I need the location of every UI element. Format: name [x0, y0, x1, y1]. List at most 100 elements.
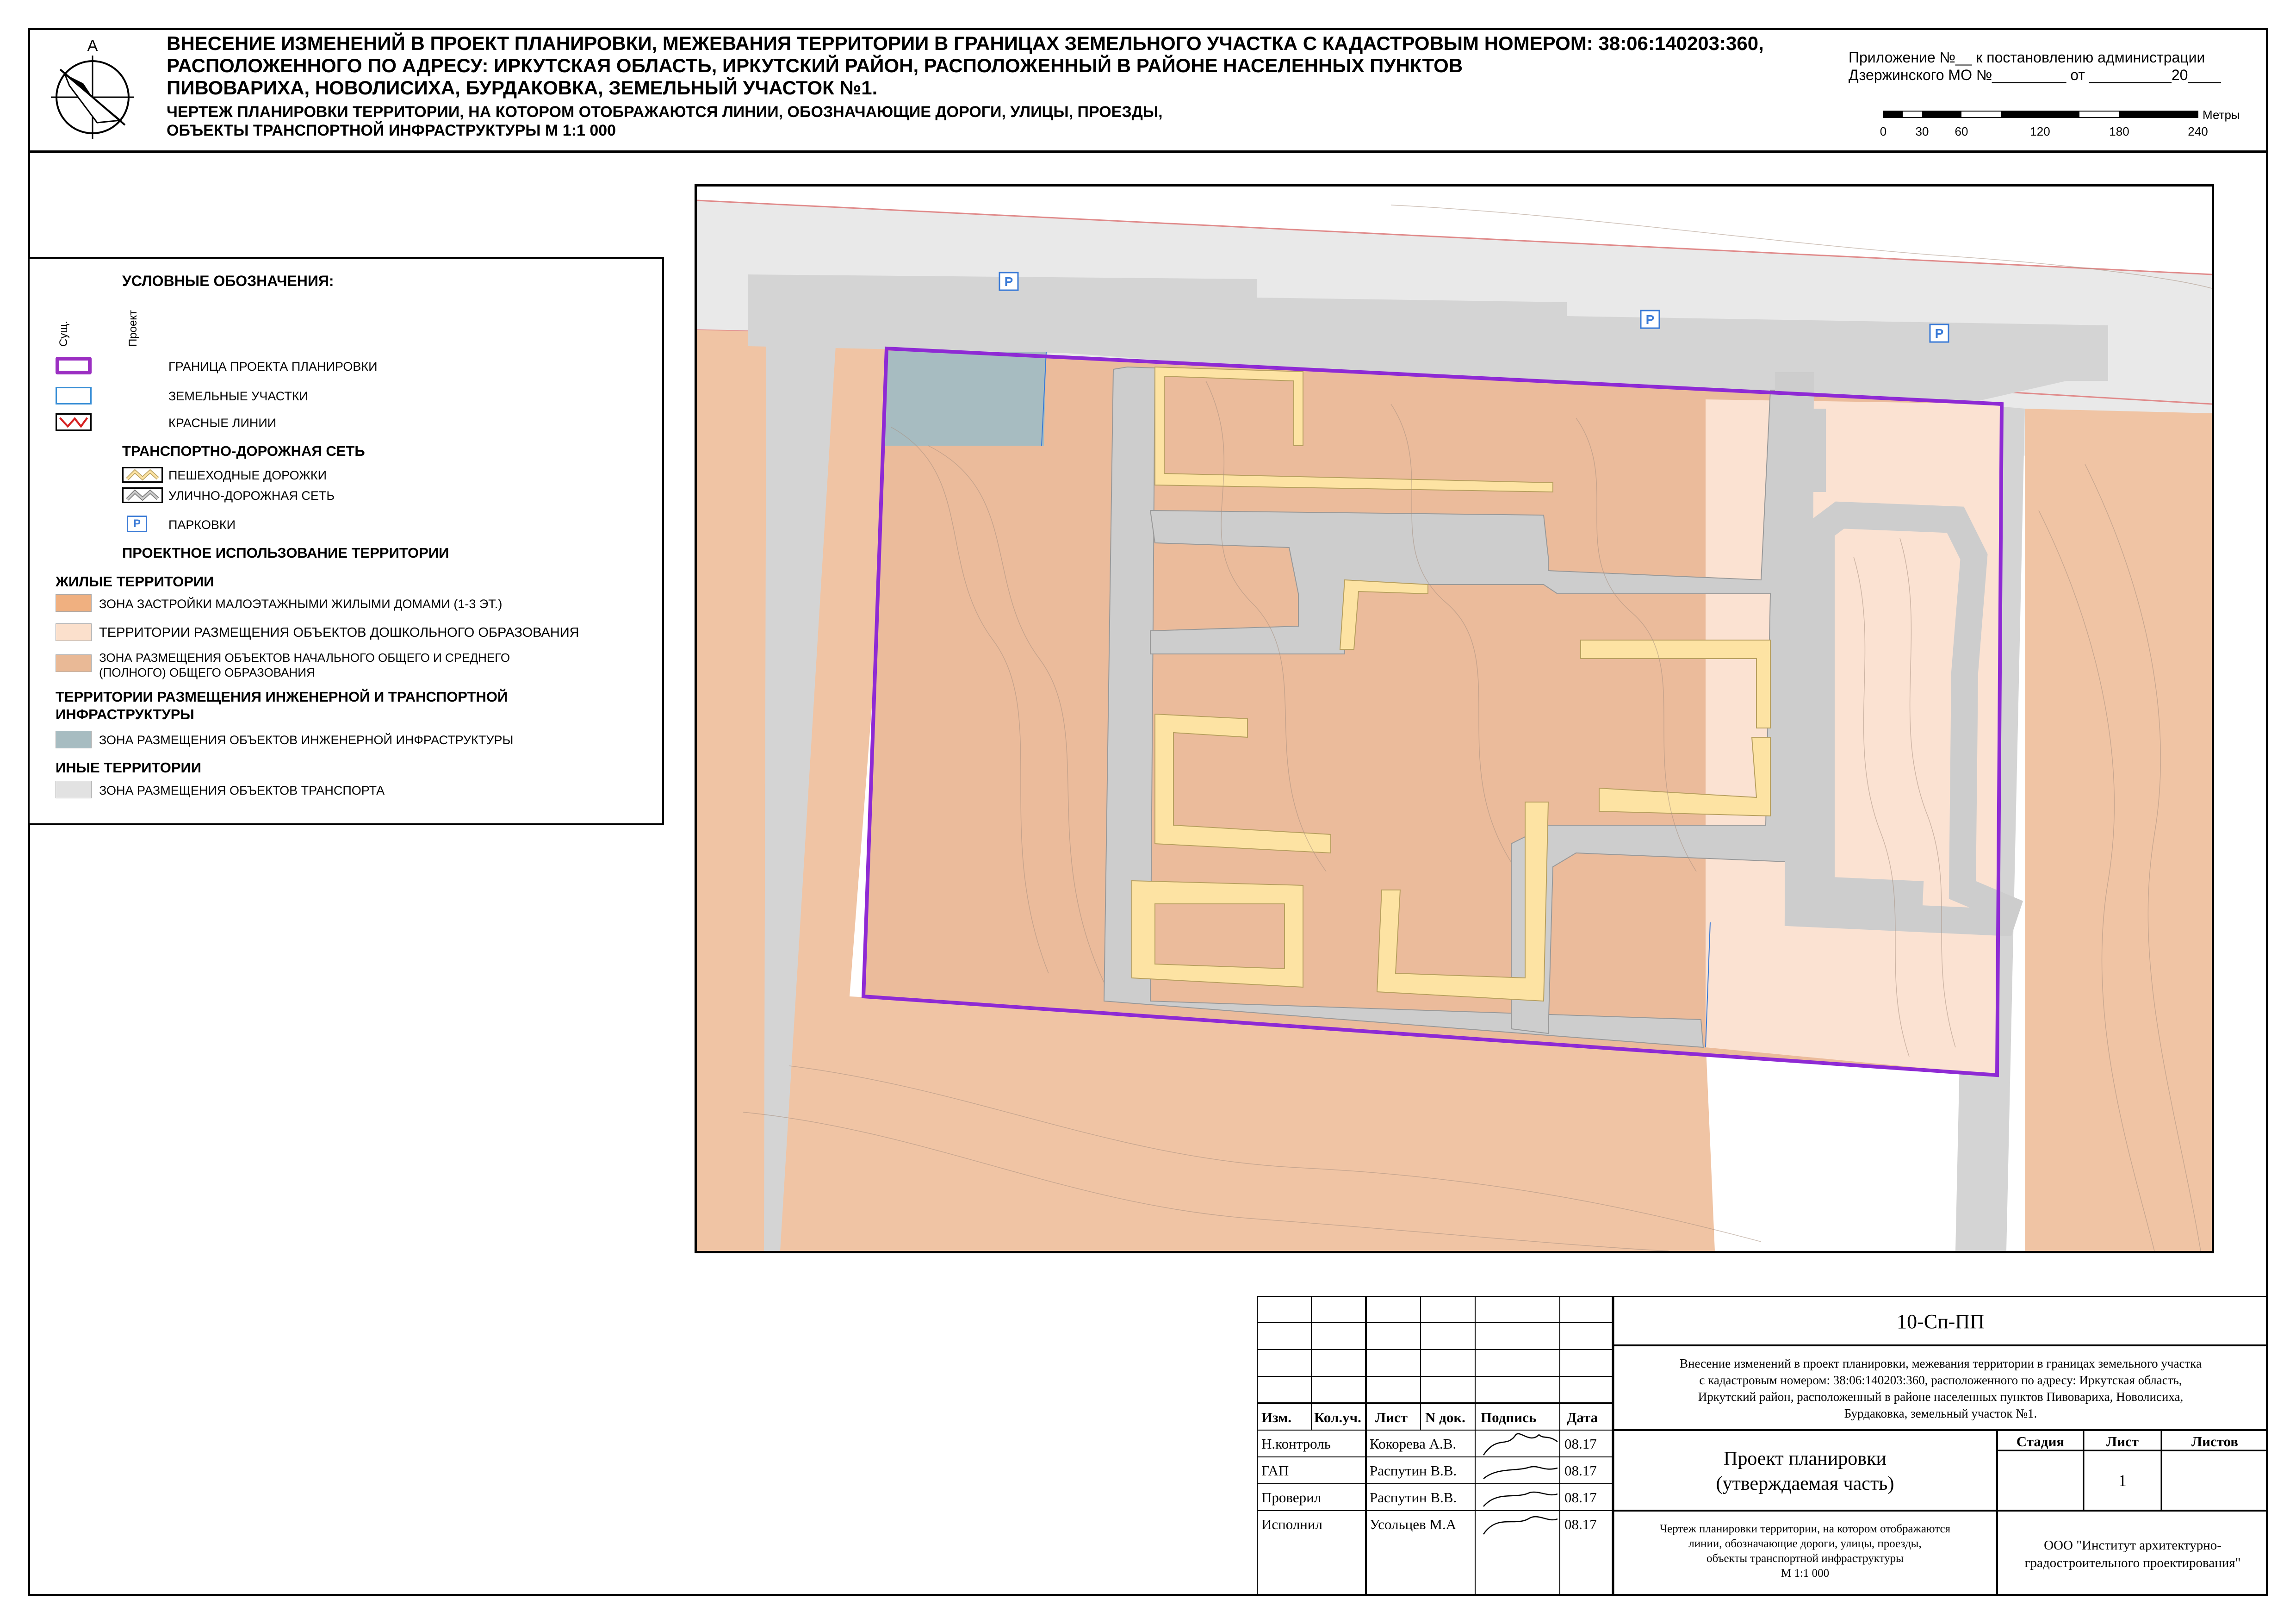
title-line: РАСПОЛОЖЕННОГО ПО АДРЕСУ: ИРКУТСКАЯ ОБЛА…	[167, 55, 1463, 76]
appendix-line: Приложение №__ к постановлению администр…	[1849, 49, 2205, 66]
legend-label-multiline: ЗОНА РАЗМЕЩЕНИЯ ОБЪЕКТОВ НАЧАЛЬНОГО ОБЩЕ…	[99, 650, 510, 680]
sheet-number: 1	[2118, 1471, 2127, 1490]
parking-marker-label: P	[1646, 312, 1655, 327]
title-block: Изм. Кол.уч. Лист N док. Подпись Дата Н.…	[1257, 1296, 2268, 1596]
legend-label: ЗОНА ЗАСТРОЙКИ МАЛОЭТАЖНЫМИ ЖИЛЫМИ ДОМАМ…	[99, 597, 503, 611]
signature-name: Усольцев М.А	[1370, 1516, 1457, 1532]
parking-icon: P	[127, 516, 147, 532]
drawing-description: Чертеж планировки территории, на котором…	[1613, 1522, 1997, 1581]
signature-date: 08.17	[1564, 1462, 1597, 1479]
signature-date: 08.17	[1564, 1489, 1597, 1506]
stage-header: Стадия	[2016, 1433, 2065, 1450]
signature-name: Распутин В.В.	[1370, 1489, 1457, 1506]
signature-role: ГАП	[1261, 1462, 1289, 1479]
stamp-col-header: Лист	[1375, 1409, 1408, 1425]
map-canvas: P P P	[697, 187, 2212, 1251]
project-title-line: Проект планировки	[1724, 1448, 1886, 1469]
stamp-col-header: Дата	[1567, 1409, 1598, 1425]
signature-date: 08.17	[1564, 1516, 1597, 1532]
title-line: ВНЕСЕНИЕ ИЗМЕНЕНИЙ В ПРОЕКТ ПЛАНИРОВКИ, …	[167, 32, 1764, 54]
organization-line: градостроительного проектирования"	[2024, 1556, 2241, 1570]
handwritten-signature	[1483, 1433, 1558, 1456]
signature-role: Исполнил	[1261, 1516, 1322, 1532]
signature-role: Н.контроль	[1261, 1436, 1331, 1452]
legend-school-swatch	[56, 654, 92, 672]
legend-title: УСЛОВНЫЕ ОБОЗНАЧЕНИЯ:	[122, 273, 334, 289]
appendix-note: Приложение №__ к постановлению администр…	[1849, 49, 2221, 84]
legend-label: ГРАНИЦА ПРОЕКТА ПЛАНИРОВКИ	[168, 360, 378, 373]
planning-map[interactable]: P P P	[695, 184, 2214, 1253]
legend-transport-zone-swatch	[56, 781, 92, 798]
legend-heading-line: ТЕРРИТОРИИ РАЗМЕЩЕНИЯ ИНЖЕНЕРНОЙ И ТРАНС…	[56, 689, 508, 705]
description-line: с кадастровым номером: 38:06:140203:360,…	[1699, 1373, 2182, 1387]
legend-heading-line: ИНФРАСТРУКТУРЫ	[56, 706, 194, 722]
title-line: ПИВОВАРИХА, НОВОЛИСИХА, БУРДАКОВКА, ЗЕМЕ…	[167, 77, 878, 99]
legend-label: КРАСНЫЕ ЛИНИИ	[168, 416, 277, 430]
project-description: Внесение изменений в проект планировки, …	[1613, 1355, 2268, 1422]
legend-footpath-swatch	[122, 467, 163, 483]
legend-section-residential: ЖИЛЫЕ ТЕРРИТОРИИ	[56, 573, 214, 590]
legend-boundary-swatch	[56, 357, 92, 374]
stamp-col-header: Изм.	[1261, 1409, 1291, 1425]
drawing-subtitle: ЧЕРТЕЖ ПЛАНИРОВКИ ТЕРРИТОРИИ, НА КОТОРОМ…	[167, 103, 1786, 140]
drawing-line: М 1:1 000	[1781, 1567, 1830, 1580]
appendix-line: Дзержинского МО №_________ от __________…	[1849, 67, 2221, 83]
stamp-col-header: N док.	[1425, 1409, 1465, 1425]
legend-parcel-swatch	[56, 387, 92, 404]
signature-role: Проверил	[1261, 1489, 1322, 1506]
handwritten-signature	[1483, 1516, 1558, 1535]
sheet-header: Лист	[2106, 1433, 2139, 1450]
legend-engineering-swatch	[56, 731, 92, 748]
scale-tick: 30	[1916, 124, 1929, 138]
organization-line: ООО "Институт архитектурно-	[2044, 1538, 2222, 1553]
stamp-col-header: Подпись	[1481, 1409, 1537, 1425]
engineering-zone	[884, 351, 1046, 446]
scale-bar: Метры 0 30 60 120 180 240	[1880, 109, 2240, 138]
scale-tick: 0	[1880, 124, 1886, 138]
parking-marker-label: P	[1005, 274, 1013, 289]
scale-tick: 60	[1955, 124, 1968, 138]
scale-tick: 180	[2109, 124, 2129, 138]
sheets-header: Листов	[2191, 1433, 2238, 1450]
legend-section-transport: ТРАНСПОРТНО-ДОРОЖНАЯ СЕТЬ	[122, 443, 365, 459]
legend-label-line: (ПОЛНОГО) ОБЩЕГО ОБРАЗОВАНИЯ	[99, 666, 315, 679]
project-title-line: (утверждаемая часть)	[1716, 1473, 1894, 1494]
drawing-line: Чертеж планировки территории, на котором…	[1659, 1523, 1951, 1535]
legend-label: ЗОНА РАЗМЕЩЕНИЯ ОБЪЕКТОВ ИНЖЕНЕРНОЙ ИНФР…	[99, 733, 514, 747]
legend-residential-swatch	[56, 594, 92, 612]
legend-col-existing: Сущ.	[57, 321, 70, 347]
parking-marker-label: P	[1935, 326, 1944, 341]
scale-tick: 120	[2030, 124, 2050, 138]
legend-road-swatch	[122, 487, 163, 503]
handwritten-signature	[1483, 1466, 1558, 1479]
drawing-line: линии, обозначающие дороги, улицы, проез…	[1688, 1537, 1922, 1550]
legend-redline-swatch	[56, 413, 92, 431]
signature-date: 08.17	[1564, 1436, 1597, 1452]
legend-label: ТЕРРИТОРИИ РАЗМЕЩЕНИЯ ОБЪЕКТОВ ДОШКОЛЬНО…	[99, 625, 579, 640]
north-arrow-icon: А	[51, 37, 134, 139]
signature-name: Кокорева А.В.	[1370, 1436, 1457, 1452]
legend-col-project: Проект	[127, 310, 139, 347]
description-line: Внесение изменений в проект планировки, …	[1680, 1356, 2202, 1370]
handwritten-signature	[1483, 1491, 1558, 1507]
organization-name: ООО "Институт архитектурно- градостроите…	[1997, 1537, 2268, 1572]
project-title: Проект планировки (утверждаемая часть)	[1613, 1446, 1997, 1496]
legend-panel: УСЛОВНЫЕ ОБОЗНАЧЕНИЯ: Сущ. Проект ГРАНИЦ…	[28, 257, 664, 825]
legend-preschool-swatch	[56, 623, 92, 641]
document-title: ВНЕСЕНИЕ ИЗМЕНЕНИЙ В ПРОЕКТ ПЛАНИРОВКИ, …	[167, 32, 1786, 99]
signature-name: Распутин В.В.	[1370, 1462, 1457, 1479]
description-line: Иркутский район, расположенный в районе …	[1698, 1390, 2184, 1404]
drawing-code: 10-Сп-ПП	[1897, 1310, 1985, 1333]
residential-zone	[2025, 409, 2212, 1251]
scale-unit: Метры	[2203, 109, 2240, 122]
legend-section-other: ИНЫЕ ТЕРРИТОРИИ	[56, 759, 202, 776]
stamp-col-header: Кол.уч.	[1314, 1409, 1361, 1425]
subtitle-line: ЧЕРТЕЖ ПЛАНИРОВКИ ТЕРРИТОРИИ, НА КОТОРОМ…	[167, 103, 1163, 121]
legend-label: ПЕШЕХОДНЫЕ ДОРОЖКИ	[168, 468, 327, 482]
parking-lot	[1775, 409, 1826, 492]
drawing-line: объекты транспортной инфраструктуры	[1706, 1552, 1904, 1565]
title-bar: А ВНЕСЕНИЕ ИЗМЕНЕНИЙ В ПРОЕКТ ПЛАНИРОВКИ…	[28, 28, 2268, 153]
subtitle-line: ОБЪЕКТЫ ТРАНСПОРТНОЙ ИНФРАСТРУКТУРЫ М 1:…	[167, 122, 616, 139]
legend-section-infrastructure: ТЕРРИТОРИИ РАЗМЕЩЕНИЯ ИНЖЕНЕРНОЙ И ТРАНС…	[56, 688, 508, 723]
description-line: Бурдаковка, земельный участок №1.	[1844, 1406, 2037, 1420]
